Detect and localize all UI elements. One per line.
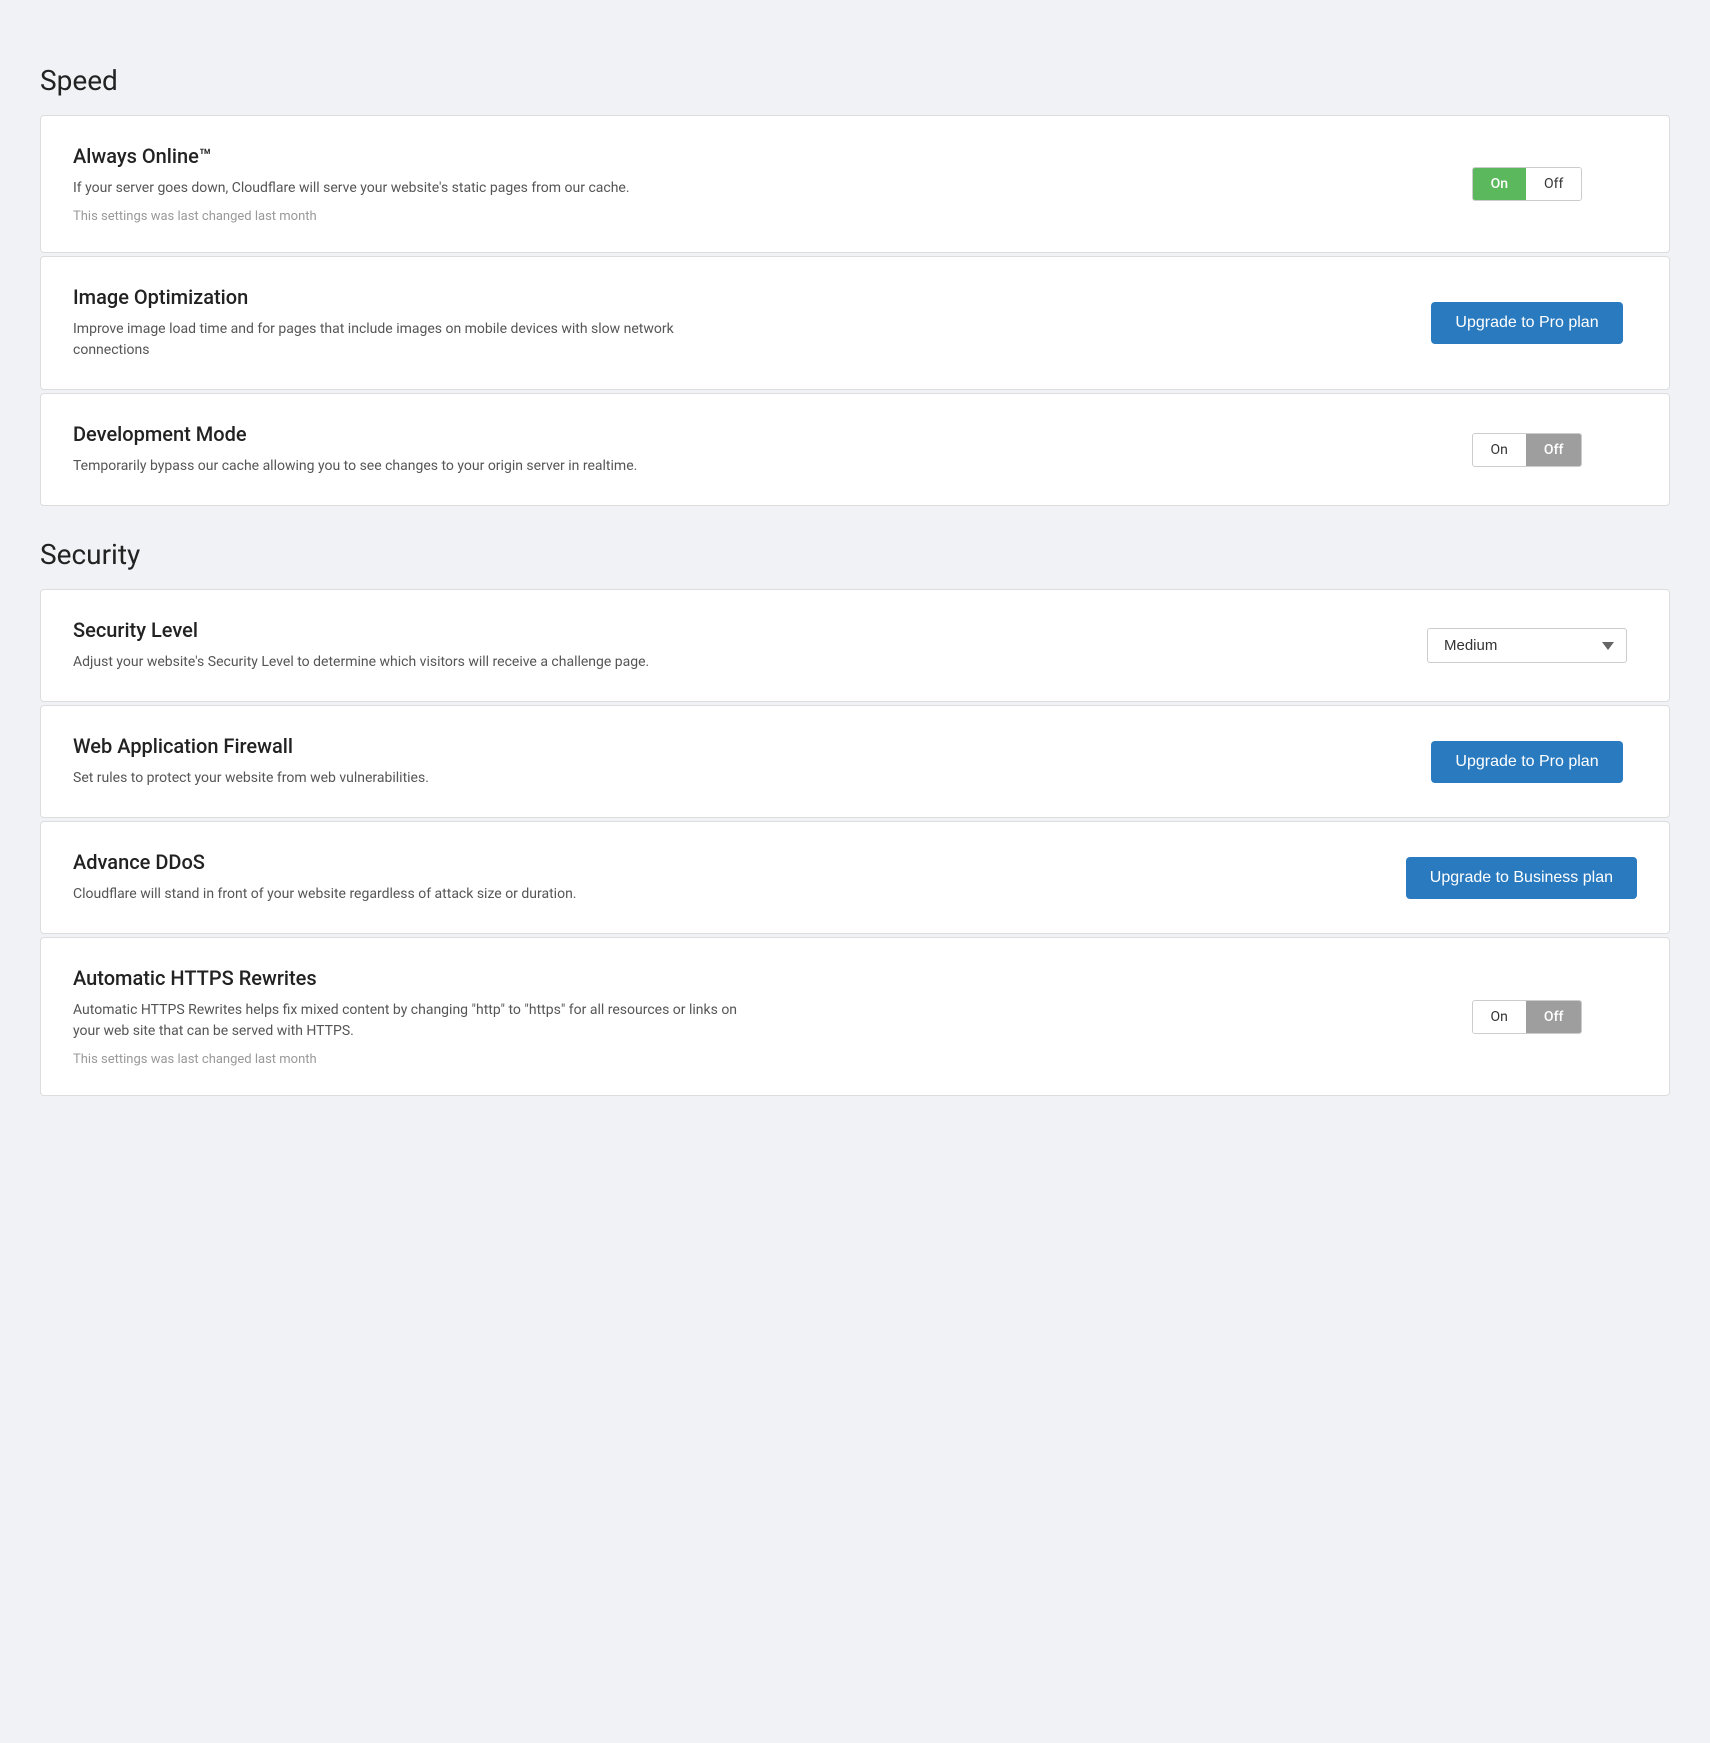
security-level-dropdown[interactable]: Essentially Off Low Medium High I'm Unde…: [1427, 628, 1627, 663]
https-rewrites-desc: Automatic HTTPS Rewrites helps fix mixed…: [73, 1000, 753, 1042]
image-optimization-title: Image Optimization: [73, 285, 753, 309]
ddos-title: Advance DDoS: [73, 850, 753, 874]
speed-settings-group: Always Online™ If your server goes down,…: [40, 115, 1670, 506]
image-optimization-desc: Improve image load time and for pages th…: [73, 319, 753, 361]
https-rewrites-meta: This settings was last changed last mont…: [73, 1052, 753, 1067]
ddos-upgrade-button[interactable]: Upgrade to Business plan: [1406, 857, 1637, 899]
development-mode-card: Development Mode Temporarily bypass our …: [40, 393, 1670, 506]
always-online-card: Always Online™ If your server goes down,…: [40, 115, 1670, 253]
always-online-meta: This settings was last changed last mont…: [73, 209, 753, 224]
security-settings-group: Security Level Adjust your website's Sec…: [40, 589, 1670, 1096]
always-online-toggle-off[interactable]: Off: [1526, 168, 1581, 200]
waf-title: Web Application Firewall: [73, 734, 753, 758]
image-optimization-control: Upgrade to Pro plan: [1417, 302, 1637, 344]
waf-upgrade-button[interactable]: Upgrade to Pro plan: [1431, 741, 1622, 783]
always-online-toggle[interactable]: On Off: [1472, 167, 1583, 201]
waf-info: Web Application Firewall Set rules to pr…: [73, 734, 753, 789]
image-optimization-upgrade-button[interactable]: Upgrade to Pro plan: [1431, 302, 1622, 344]
https-rewrites-control: On Off: [1417, 1000, 1637, 1034]
security-level-info: Security Level Adjust your website's Sec…: [73, 618, 753, 673]
ddos-control: Upgrade to Business plan: [1406, 857, 1637, 899]
development-mode-toggle-off[interactable]: Off: [1526, 434, 1582, 466]
always-online-control: On Off: [1417, 167, 1637, 201]
image-optimization-info: Image Optimization Improve image load ti…: [73, 285, 753, 361]
always-online-title: Always Online™: [73, 144, 753, 168]
https-rewrites-title: Automatic HTTPS Rewrites: [73, 966, 753, 990]
https-rewrites-toggle-off[interactable]: Off: [1526, 1001, 1582, 1033]
security-level-title: Security Level: [73, 618, 753, 642]
development-mode-title: Development Mode: [73, 422, 753, 446]
development-mode-toggle-on[interactable]: On: [1473, 434, 1526, 466]
image-optimization-card: Image Optimization Improve image load ti…: [40, 256, 1670, 390]
https-rewrites-toggle[interactable]: On Off: [1472, 1000, 1583, 1034]
development-mode-desc: Temporarily bypass our cache allowing yo…: [73, 456, 753, 477]
https-rewrites-info: Automatic HTTPS Rewrites Automatic HTTPS…: [73, 966, 753, 1067]
speed-section-title: Speed: [40, 64, 1670, 97]
https-rewrites-toggle-on[interactable]: On: [1473, 1001, 1526, 1033]
development-mode-info: Development Mode Temporarily bypass our …: [73, 422, 753, 477]
security-level-desc: Adjust your website's Security Level to …: [73, 652, 753, 673]
security-level-card: Security Level Adjust your website's Sec…: [40, 589, 1670, 702]
waf-control: Upgrade to Pro plan: [1417, 741, 1637, 783]
always-online-toggle-on[interactable]: On: [1473, 168, 1526, 200]
security-level-control: Essentially Off Low Medium High I'm Unde…: [1417, 628, 1637, 663]
always-online-info: Always Online™ If your server goes down,…: [73, 144, 753, 224]
always-online-desc: If your server goes down, Cloudflare wil…: [73, 178, 753, 199]
ddos-desc: Cloudflare will stand in front of your w…: [73, 884, 753, 905]
ddos-card: Advance DDoS Cloudflare will stand in fr…: [40, 821, 1670, 934]
security-section-title: Security: [40, 538, 1670, 571]
development-mode-control: On Off: [1417, 433, 1637, 467]
https-rewrites-card: Automatic HTTPS Rewrites Automatic HTTPS…: [40, 937, 1670, 1096]
waf-card: Web Application Firewall Set rules to pr…: [40, 705, 1670, 818]
development-mode-toggle[interactable]: On Off: [1472, 433, 1583, 467]
ddos-info: Advance DDoS Cloudflare will stand in fr…: [73, 850, 753, 905]
waf-desc: Set rules to protect your website from w…: [73, 768, 753, 789]
